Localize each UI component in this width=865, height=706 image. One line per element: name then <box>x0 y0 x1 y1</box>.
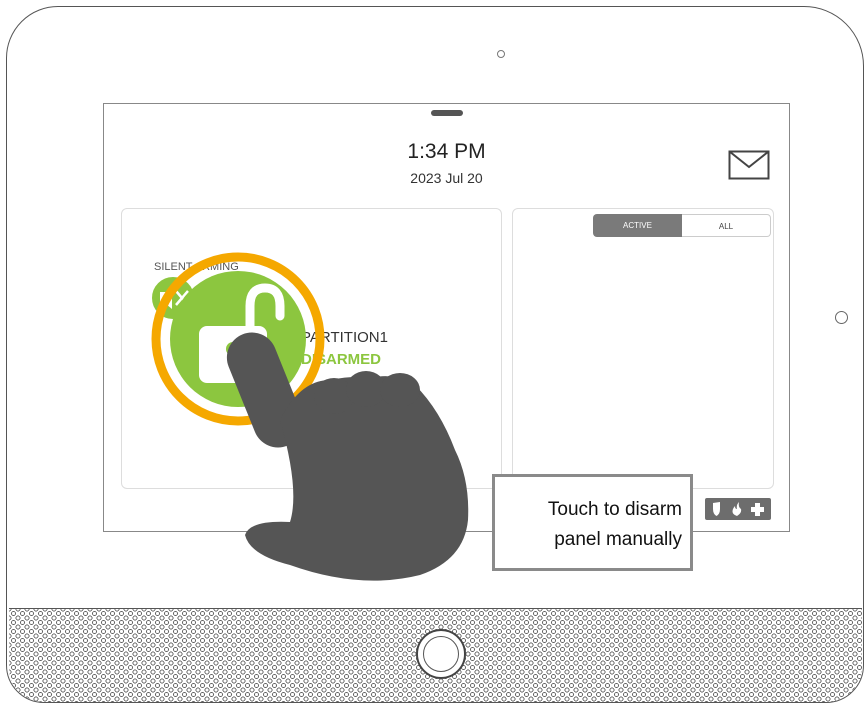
callout-line-1: Touch to disarm <box>547 499 682 520</box>
pointing-hand-icon <box>226 332 469 581</box>
callout-line-2: panel manually <box>554 529 682 550</box>
instruction-callout: Touch to disarm panel manually <box>492 474 693 571</box>
